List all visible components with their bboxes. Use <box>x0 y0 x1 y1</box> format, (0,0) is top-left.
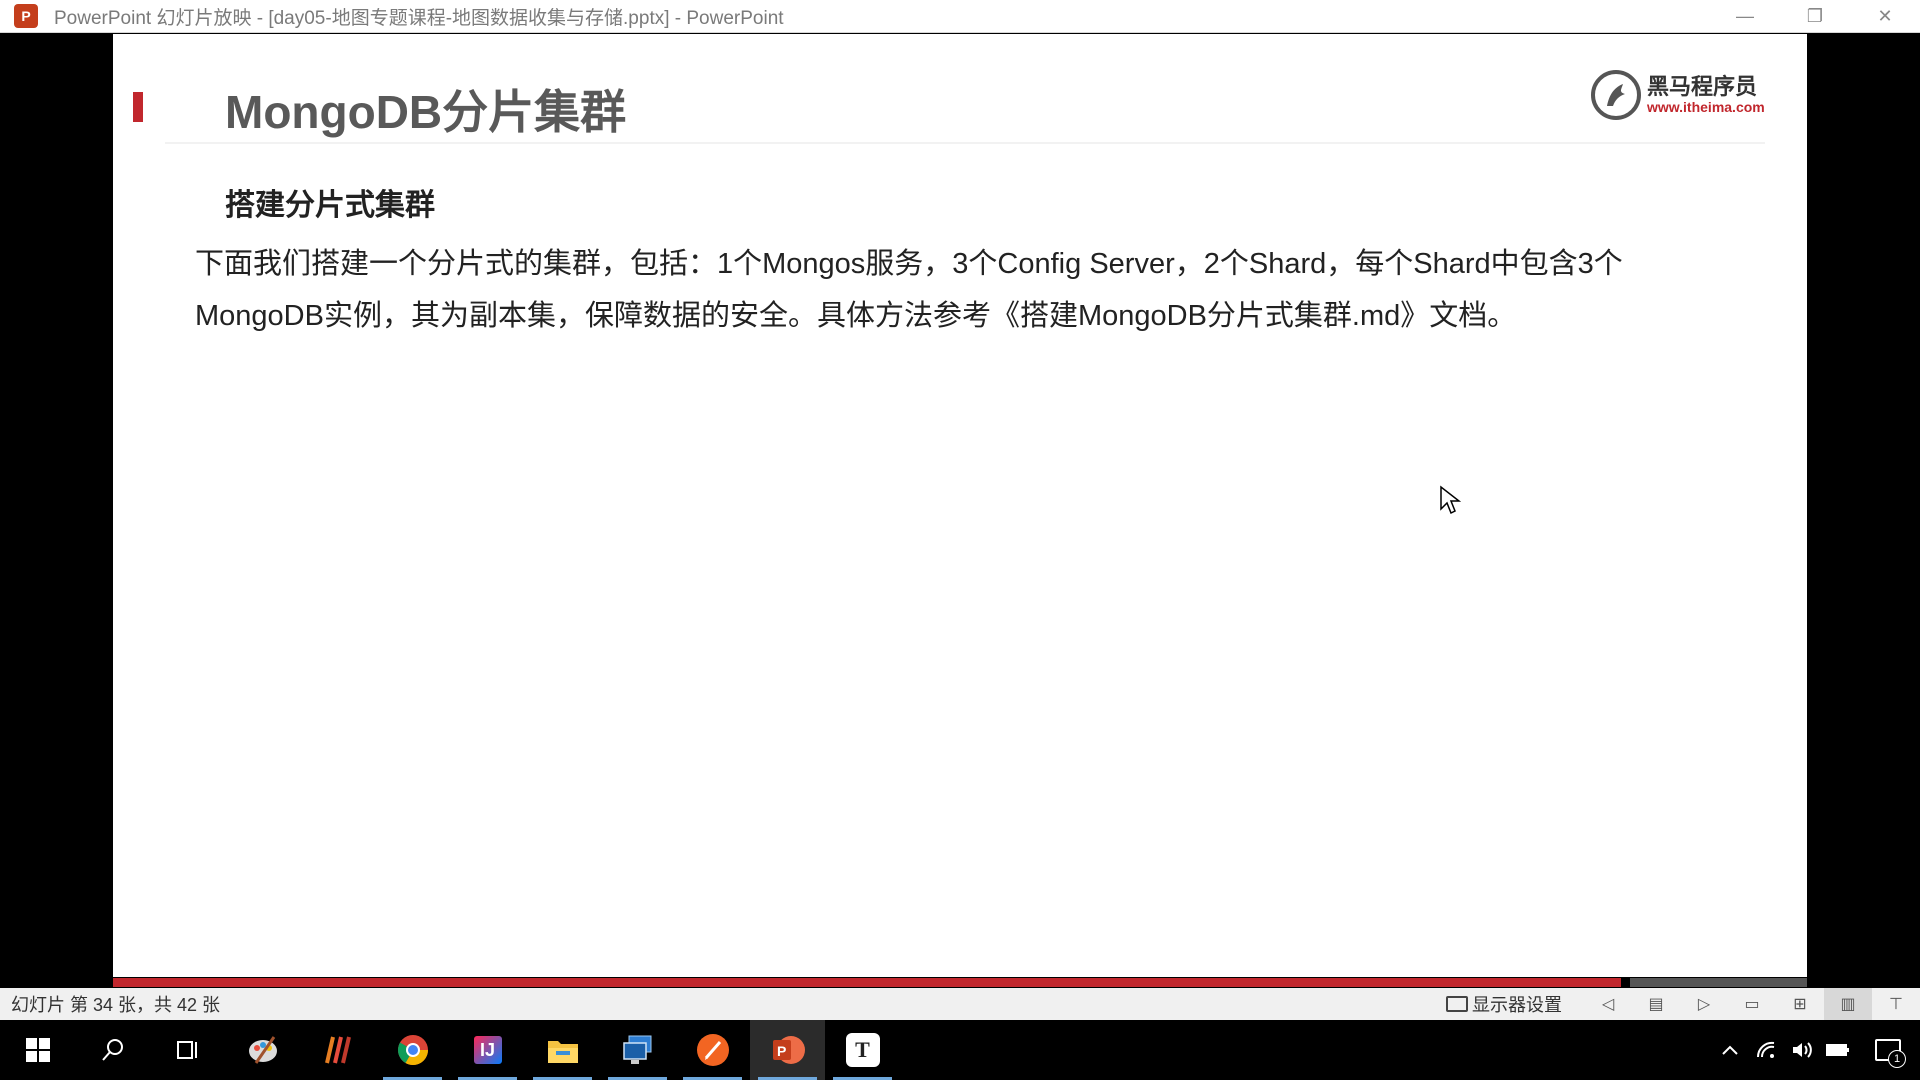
powerpoint-icon[interactable]: P <box>750 1020 825 1080</box>
chrome-icon[interactable] <box>375 1020 450 1080</box>
system-tray: 1 <box>1712 1020 1920 1080</box>
itheima-logo: 黑马程序员 www.itheima.com <box>1591 70 1765 120</box>
powerpoint-icon: P <box>14 4 38 28</box>
prev-icon[interactable]: ◁ <box>1584 988 1632 1020</box>
window-title: PowerPoint 幻灯片放映 - [day05-地图专题课程-地图数据收集与… <box>54 7 784 29</box>
typora-logo: T <box>845 1033 880 1067</box>
slide-body-text: 下面我们搭建一个分片式的集群，包括：1个Mongos服务，3个Config Se… <box>195 248 1623 332</box>
window-controls: — ❐ ✕ <box>1710 0 1920 33</box>
restore-button[interactable]: ❐ <box>1780 0 1850 33</box>
task-view-icon[interactable] <box>150 1020 225 1080</box>
battery-icon[interactable] <box>1820 1020 1856 1080</box>
slide[interactable]: MongoDB分片集群 黑马程序员 www.itheima.com 搭建分片式集… <box>113 34 1807 977</box>
notification-badge: 1 <box>1888 1050 1906 1068</box>
logo-url: www.itheima.com <box>1647 99 1765 115</box>
status-bar-controls: 显示器设置 ◁ ▤ ▷ ▭ ⊞ ▥ ⊤ <box>1446 988 1920 1020</box>
minimize-button[interactable]: — <box>1710 0 1780 33</box>
logo-name: 黑马程序员 <box>1647 74 1758 99</box>
app-icon[interactable] <box>300 1020 375 1080</box>
typora-icon[interactable]: T <box>825 1020 900 1080</box>
start-icon[interactable] <box>0 1020 75 1080</box>
monitor-icon <box>1446 996 1468 1012</box>
title-bar: P PowerPoint 幻灯片放映 - [day05-地图专题课程-地图数据收… <box>0 0 1920 33</box>
slide-counter: 幻灯片 第 34 张，共 42 张 <box>11 995 221 1015</box>
taskbar: IJ P T 1 <box>0 1020 1920 1080</box>
slideshow-area: MongoDB分片集群 黑马程序员 www.itheima.com 搭建分片式集… <box>0 34 1920 977</box>
horse-logo-icon <box>1591 70 1641 120</box>
reading-view-icon[interactable]: ▥ <box>1824 988 1872 1020</box>
display-settings-label: 显示器设置 <box>1472 995 1562 1015</box>
search-icon[interactable] <box>75 1020 150 1080</box>
title-accent-bar <box>133 92 143 122</box>
volume-icon[interactable] <box>1784 1020 1820 1080</box>
intellij-icon[interactable]: IJ <box>450 1020 525 1080</box>
normal-view-icon[interactable]: ▭ <box>1728 988 1776 1020</box>
paint-icon[interactable] <box>225 1020 300 1080</box>
action-center-button[interactable]: 1 <box>1856 1020 1920 1080</box>
slide-sorter-icon[interactable]: ⊞ <box>1776 988 1824 1020</box>
slide-progress-remaining <box>1630 978 1807 987</box>
svg-text:P: P <box>777 1043 786 1059</box>
next-icon[interactable]: ▷ <box>1680 988 1728 1020</box>
sketch-icon[interactable] <box>675 1020 750 1080</box>
close-button[interactable]: ✕ <box>1850 0 1920 33</box>
status-bar: 幻灯片 第 34 张，共 42 张 显示器设置 ◁ ▤ ▷ ▭ ⊞ ▥ ⊤ <box>0 988 1920 1020</box>
remote-desktop-icon[interactable] <box>600 1020 675 1080</box>
slide-subheading: 搭建分片式集群 <box>225 189 435 222</box>
notes-icon[interactable]: ▤ <box>1632 988 1680 1020</box>
display-settings-button[interactable]: 显示器设置 <box>1446 991 1562 1017</box>
file-explorer-icon[interactable] <box>525 1020 600 1080</box>
intellij-logo: IJ <box>470 1033 505 1067</box>
network-icon[interactable] <box>1748 1020 1784 1080</box>
slide-progress-bar <box>113 978 1621 987</box>
mouse-cursor-icon <box>1440 485 1461 515</box>
logo-text: 黑马程序员 www.itheima.com <box>1647 74 1765 116</box>
chevron-up-icon[interactable] <box>1712 1020 1748 1080</box>
slideshow-icon[interactable]: ⊤ <box>1872 988 1920 1020</box>
title-divider <box>165 142 1765 144</box>
slide-title: MongoDB分片集群 <box>225 86 627 138</box>
